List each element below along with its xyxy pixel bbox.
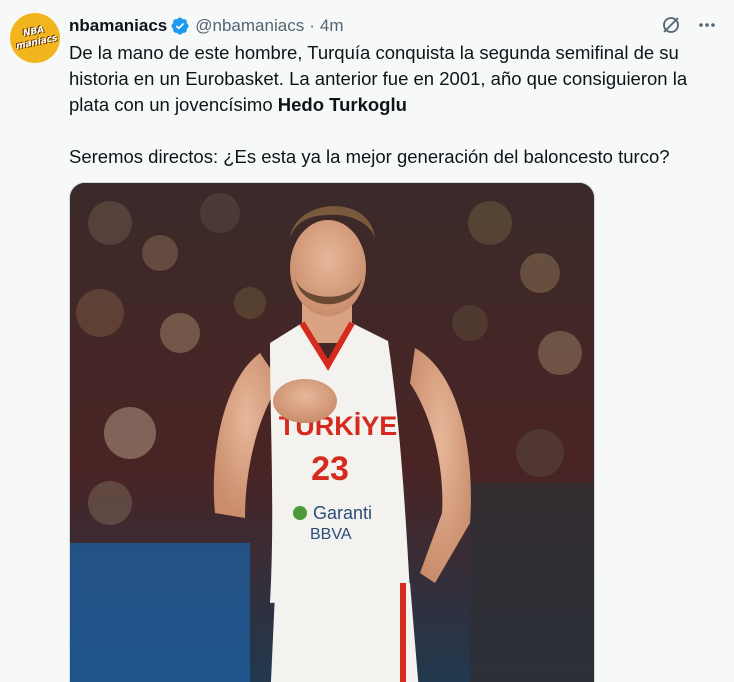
sponsor-line2: BBVA xyxy=(310,526,352,543)
tweet-header: nbamaniacs @nbamaniacs · 4m xyxy=(69,14,344,38)
tweet-paragraph-2: Seremos directos: ¿Es esta ya la mejor g… xyxy=(69,146,670,167)
tweet-paragraph-1: De la mano de este hombre, Turquía conqu… xyxy=(69,40,719,118)
more-options-icon[interactable] xyxy=(696,14,718,36)
sponsor-line1: Garanti xyxy=(313,503,372,523)
sponsor-logo-icon xyxy=(293,506,307,520)
separator-dot: · xyxy=(309,16,315,35)
verified-badge-icon xyxy=(171,17,189,35)
grok-icon[interactable] xyxy=(660,14,682,36)
avatar-label: NBA maniacs xyxy=(15,25,59,52)
tweet-card[interactable]: NBA maniacs nbamaniacs @nbamaniacs · 4m xyxy=(0,0,734,682)
tweet-text-bold-name: Hedo Turkoglu xyxy=(277,94,407,115)
arena-wall xyxy=(470,483,594,682)
avatar[interactable]: NBA maniacs xyxy=(10,13,60,63)
tweet-actions xyxy=(660,14,718,36)
display-name[interactable]: nbamaniacs xyxy=(69,16,167,36)
tweet-media-photo[interactable]: TÜRKİYE 23 Garanti BBVA xyxy=(69,182,595,682)
avatar-logo-text: NBA maniacs xyxy=(13,23,59,53)
player-photo: TÜRKİYE 23 Garanti BBVA xyxy=(70,183,594,682)
timestamp[interactable]: 4m xyxy=(320,16,344,36)
jersey-number-text: 23 xyxy=(311,450,349,488)
court-signage xyxy=(70,543,250,682)
tweet-text: De la mano de este hombre, Turquía conqu… xyxy=(69,40,719,170)
handle[interactable]: @nbamaniacs xyxy=(195,16,304,36)
